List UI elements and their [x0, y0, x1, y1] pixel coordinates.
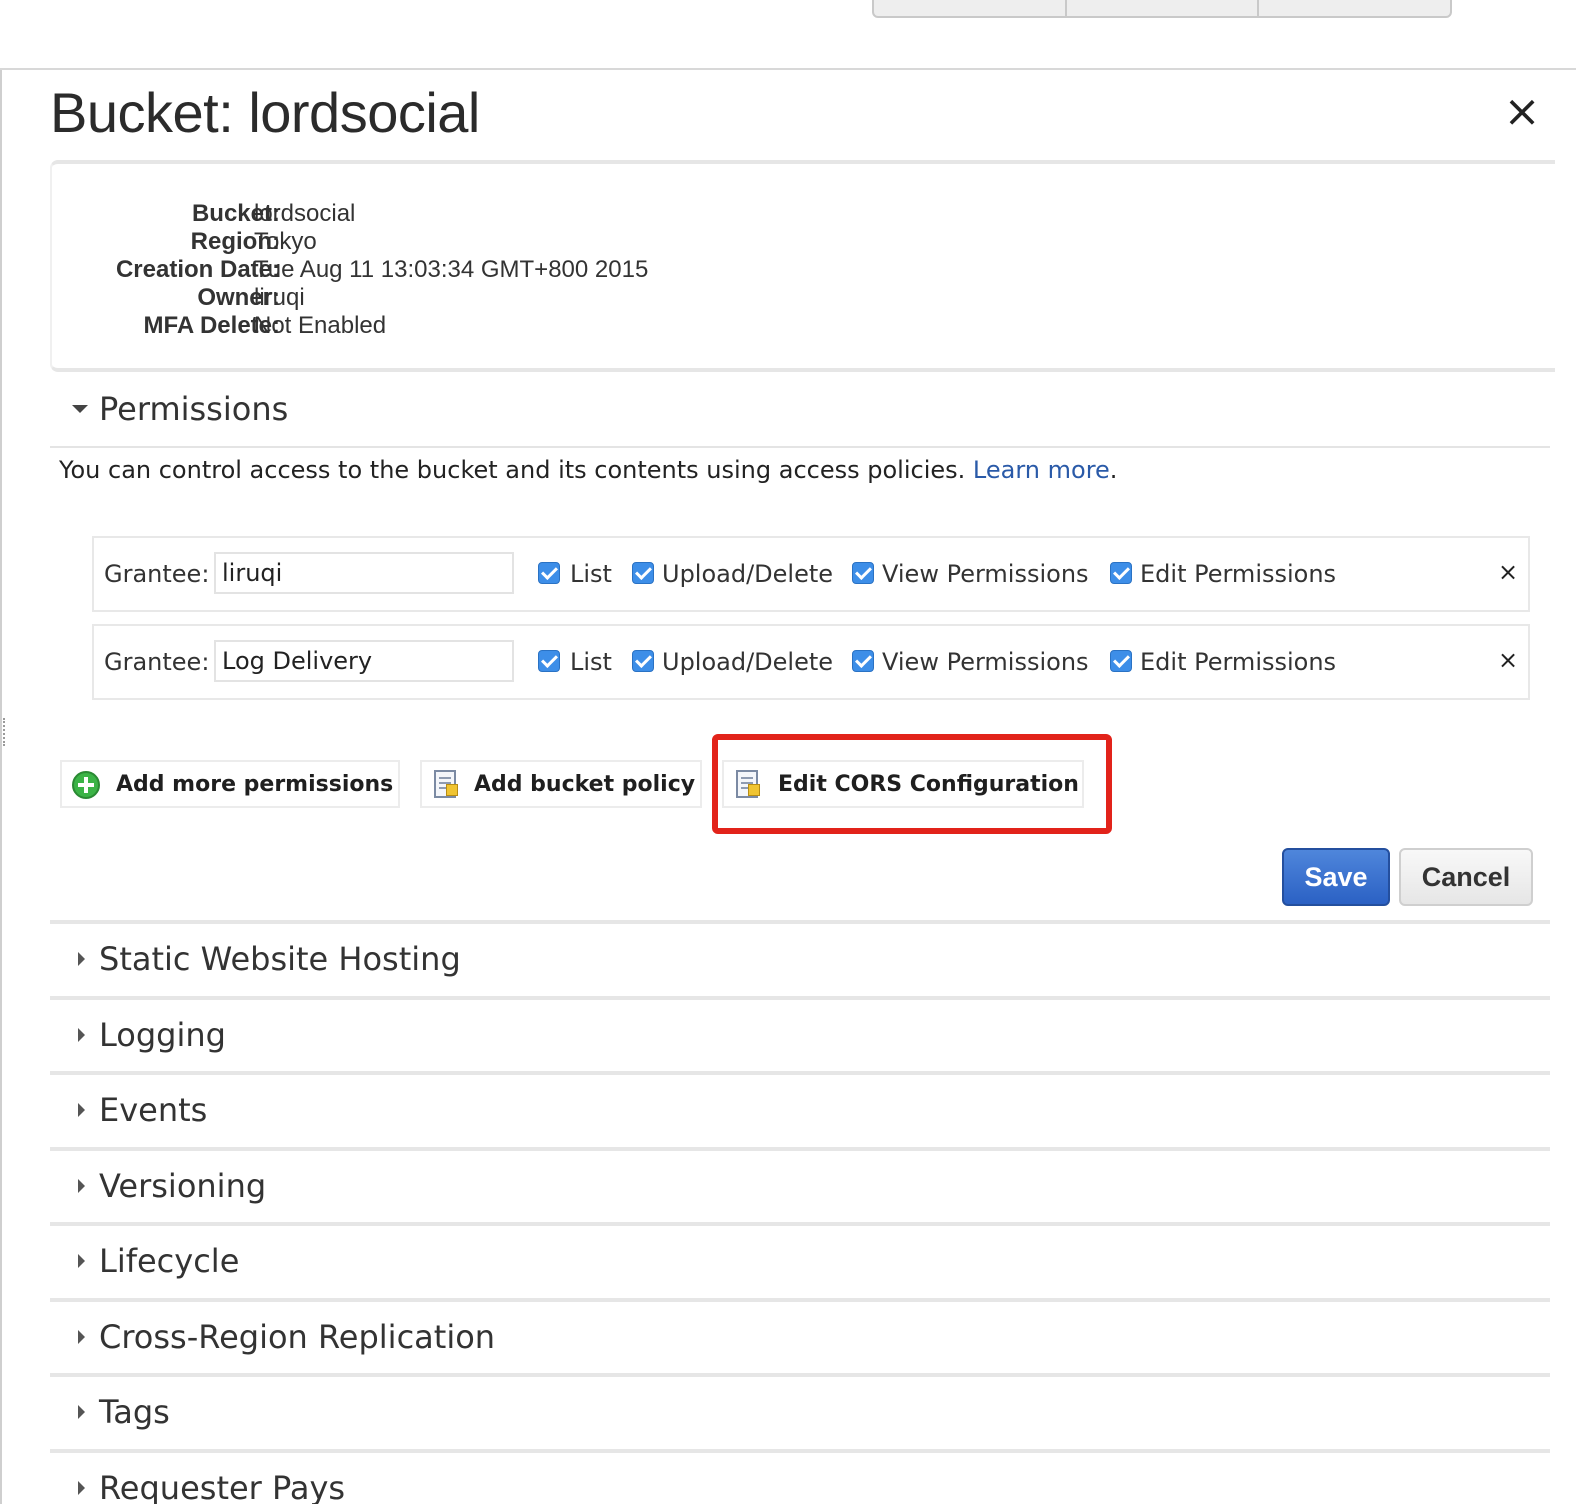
- chevron-right-icon: [78, 1028, 85, 1042]
- learn-more-link[interactable]: Learn more: [973, 456, 1110, 484]
- permissions-description: You can control access to the bucket and…: [59, 456, 1117, 484]
- view-toggle-segment-2[interactable]: [1067, 0, 1260, 16]
- info-row-region: Region: Tokyo: [52, 228, 752, 256]
- bucket-info-box: Bucket: lordsocial Region: Tokyo Creatio…: [50, 160, 1555, 372]
- grantee-row: Grantee: List Upload/Delete View Permiss…: [92, 536, 1530, 612]
- grantee-label: Grantee:: [104, 648, 210, 676]
- view-permissions-checkbox[interactable]: [852, 650, 874, 672]
- info-key: Owner:: [197, 284, 280, 311]
- top-bar: [0, 0, 1576, 70]
- cancel-button[interactable]: Cancel: [1399, 848, 1533, 906]
- view-permissions-label: View Permissions: [882, 648, 1089, 676]
- info-value: liruqi: [254, 284, 305, 311]
- plus-circle-icon: [72, 771, 100, 799]
- info-key: Bucket:: [191, 200, 280, 227]
- info-key: Creation Date:: [115, 256, 280, 283]
- section-static-website-hosting[interactable]: Static Website Hosting: [50, 920, 1550, 994]
- info-value: lordsocial: [254, 200, 356, 227]
- chevron-right-icon: [78, 1405, 85, 1419]
- info-row-creation-date: Creation Date: Tue Aug 11 13:03:34 GMT+8…: [52, 256, 752, 284]
- chevron-right-icon: [78, 1330, 85, 1344]
- section-cross-region-replication[interactable]: Cross-Region Replication: [50, 1298, 1550, 1372]
- upload-delete-checkbox[interactable]: [632, 562, 654, 584]
- upload-delete-label: Upload/Delete: [662, 560, 834, 588]
- view-permissions-label: View Permissions: [882, 560, 1089, 588]
- info-value: Not Enabled: [254, 312, 387, 339]
- info-key: MFA Delete:: [143, 312, 280, 339]
- section-requester-pays[interactable]: Requester Pays: [50, 1449, 1550, 1504]
- view-permissions-checkbox[interactable]: [852, 562, 874, 584]
- list-label: List: [570, 560, 612, 588]
- section-events[interactable]: Events: [50, 1071, 1550, 1145]
- chevron-down-icon[interactable]: [72, 405, 88, 413]
- grantee-row: Grantee: List Upload/Delete View Permiss…: [92, 624, 1530, 700]
- edit-permissions-checkbox[interactable]: [1110, 562, 1132, 584]
- page-title: Bucket: lordsocial: [50, 81, 480, 144]
- section-label: Tags: [99, 1393, 170, 1431]
- list-checkbox[interactable]: [538, 562, 560, 584]
- section-label: Static Website Hosting: [99, 940, 461, 978]
- upload-delete-label: Upload/Delete: [662, 648, 834, 676]
- add-more-permissions-label: Add more permissions: [116, 772, 394, 797]
- section-tags[interactable]: Tags: [50, 1373, 1550, 1447]
- add-bucket-policy-label: Add bucket policy: [474, 772, 696, 797]
- close-icon[interactable]: ×: [1502, 88, 1542, 136]
- grantee-input[interactable]: [214, 640, 514, 682]
- info-value: Tue Aug 11 13:03:34 GMT+800 2015: [254, 256, 649, 283]
- info-value: Tokyo: [254, 228, 317, 255]
- section-label: Logging: [99, 1016, 226, 1054]
- section-label: Events: [99, 1091, 208, 1129]
- chevron-right-icon: [78, 1481, 85, 1495]
- edit-cors-configuration-label: Edit CORS Configuration: [778, 772, 1079, 797]
- edit-cors-configuration-button[interactable]: Edit CORS Configuration: [722, 760, 1084, 808]
- remove-grantee-icon[interactable]: ×: [1498, 558, 1518, 586]
- edit-permissions-label: Edit Permissions: [1140, 648, 1337, 676]
- resize-handle[interactable]: [3, 718, 9, 746]
- chevron-right-icon: [78, 952, 85, 966]
- list-label: List: [570, 648, 612, 676]
- info-row-bucket: Bucket: lordsocial: [52, 200, 752, 228]
- view-toggle-segment-1[interactable]: [874, 0, 1067, 16]
- add-more-permissions-button[interactable]: Add more permissions: [60, 760, 400, 808]
- section-label: Cross-Region Replication: [99, 1318, 496, 1356]
- remove-grantee-icon[interactable]: ×: [1498, 646, 1518, 674]
- edit-permissions-checkbox[interactable]: [1110, 650, 1132, 672]
- view-toggle[interactable]: [872, 0, 1452, 18]
- description-period: .: [1109, 456, 1118, 484]
- info-row-mfa-delete: MFA Delete: Not Enabled: [52, 312, 752, 340]
- grantee-input[interactable]: [214, 552, 514, 594]
- section-logging[interactable]: Logging: [50, 996, 1550, 1070]
- section-lifecycle[interactable]: Lifecycle: [50, 1222, 1550, 1296]
- add-bucket-policy-button[interactable]: Add bucket policy: [420, 760, 702, 808]
- section-label: Requester Pays: [99, 1469, 346, 1504]
- upload-delete-checkbox[interactable]: [632, 650, 654, 672]
- info-row-owner: Owner: liruqi: [52, 284, 752, 312]
- policy-document-icon: [736, 770, 760, 798]
- chevron-right-icon: [78, 1254, 85, 1268]
- edit-permissions-label: Edit Permissions: [1140, 560, 1337, 588]
- grantee-label: Grantee:: [104, 560, 210, 588]
- description-text: You can control access to the bucket and…: [59, 456, 966, 484]
- section-label: Versioning: [99, 1167, 267, 1205]
- view-toggle-segment-3[interactable]: [1259, 0, 1450, 16]
- list-checkbox[interactable]: [538, 650, 560, 672]
- info-key: Region:: [190, 228, 280, 255]
- permissions-title[interactable]: Permissions: [99, 390, 288, 428]
- save-button[interactable]: Save: [1282, 848, 1390, 906]
- section-versioning[interactable]: Versioning: [50, 1147, 1550, 1221]
- policy-document-icon: [434, 770, 458, 798]
- chevron-right-icon: [78, 1179, 85, 1193]
- chevron-right-icon: [78, 1103, 85, 1117]
- section-label: Lifecycle: [99, 1242, 240, 1280]
